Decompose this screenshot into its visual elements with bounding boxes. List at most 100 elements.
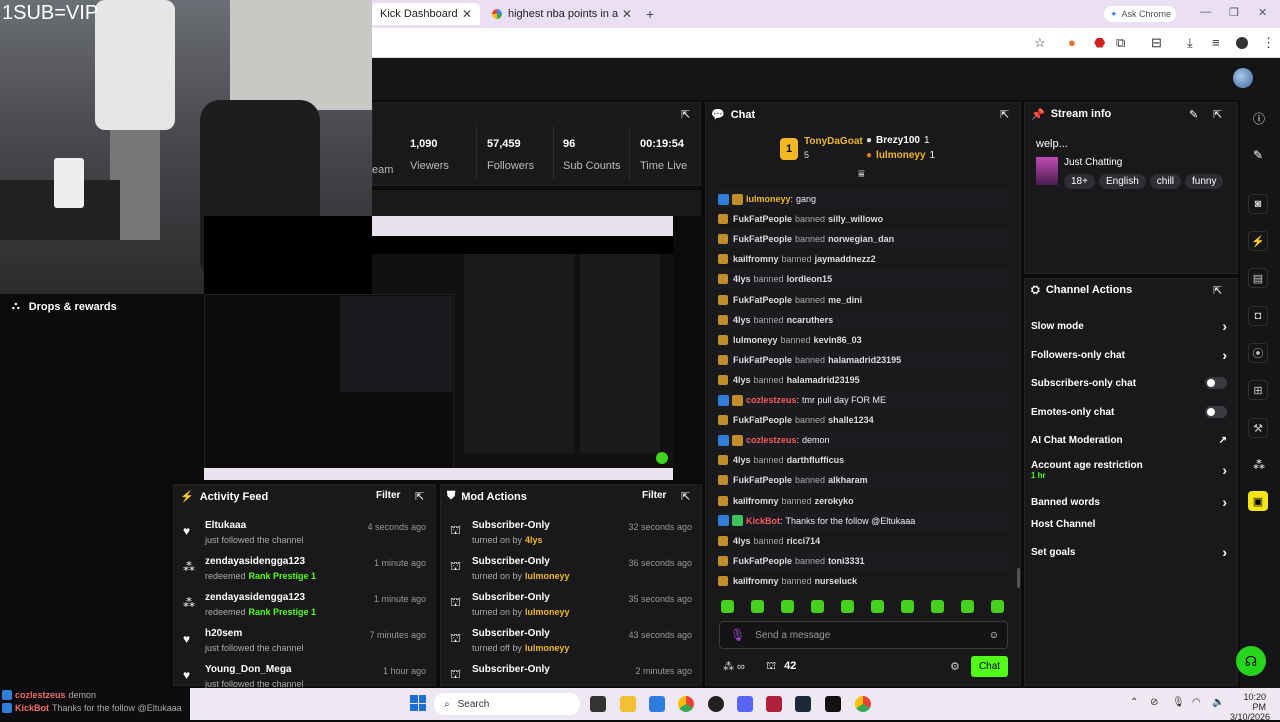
moderator-name[interactable]: FukFatPeople	[733, 234, 792, 244]
mod-filter-button[interactable]: Filter	[642, 490, 666, 501]
expand-icon[interactable]: ⇱	[1000, 108, 1009, 121]
settings-gear-icon[interactable]: ⚙	[950, 660, 960, 673]
chat-username[interactable]: cozlestzeus	[746, 395, 797, 405]
emote-icon[interactable]	[811, 600, 824, 613]
activity-item[interactable]: ⁂ zendayasidengga123 redeemed Rank Prestige…	[183, 592, 426, 617]
puzzle-icon[interactable]: ⧉	[1116, 35, 1125, 51]
clipboard-icon[interactable]: ▣	[1248, 491, 1268, 511]
channel-action-set-goals[interactable]: Set goals ›	[1031, 544, 1227, 560]
volume-icon[interactable]: 🔈	[1212, 697, 1224, 708]
expand-icon[interactable]: ⇱	[681, 108, 690, 121]
dots-icon[interactable]: ⁂	[1253, 458, 1265, 472]
close-icon[interactable]: ✕	[622, 7, 632, 21]
chat-username[interactable]: lulmoneyy	[746, 194, 791, 204]
moderator-name[interactable]: 4lys	[733, 375, 751, 385]
collapse-icon[interactable]: ⩸	[858, 168, 865, 181]
adobe-icon[interactable]	[766, 696, 782, 712]
mod-action-by[interactable]: lulmoneyy	[525, 607, 570, 617]
moderator-name[interactable]: FukFatPeople	[733, 415, 792, 425]
close-window-button[interactable]: ✕	[1258, 6, 1267, 19]
channel-action-followers-only-chat[interactable]: Followers-only chat ›	[1031, 347, 1227, 363]
moderator-name[interactable]: 4lys	[733, 455, 751, 465]
activity-name[interactable]: Eltukaaa	[205, 520, 304, 531]
extension-icon[interactable]: ●	[1068, 35, 1076, 50]
mod-action-by[interactable]: 4lys	[525, 535, 543, 545]
moderator-name[interactable]: FukFatPeople	[733, 295, 792, 305]
tab-nba-search[interactable]: highest nba points in a game b ✕	[484, 3, 640, 25]
activity-item[interactable]: ♥ Eltukaaa just followed the channel 4 seco…	[183, 520, 426, 545]
mod-action-item[interactable]: ⛫ Subscriber-Only turned on by lulmoneyy 36 …	[450, 556, 692, 581]
activity-item[interactable]: ♥ Young_Don_Mega just followed the channel…	[183, 664, 426, 689]
chevron-right-icon[interactable]: ›	[1222, 318, 1227, 334]
chrome-icon[interactable]	[678, 696, 694, 712]
tray-chevron-icon[interactable]: ⌃	[1130, 697, 1138, 708]
close-icon[interactable]: ✕	[462, 7, 472, 21]
banned-user[interactable]: jaymaddnezz2	[815, 254, 876, 264]
user-avatar[interactable]	[1233, 68, 1253, 88]
expand-icon[interactable]: ⇱	[681, 490, 690, 503]
new-tab-button[interactable]: +	[646, 6, 654, 22]
document-icon[interactable]: ▤	[1248, 268, 1268, 288]
banned-user[interactable]: norwegian_dan	[828, 234, 894, 244]
banned-user[interactable]: alkharam	[828, 475, 868, 485]
moderator-name[interactable]: kailfromny	[733, 496, 779, 506]
emote-icon[interactable]	[721, 600, 734, 613]
moderator-name[interactable]: FukFatPeople	[733, 475, 792, 485]
points-icon[interactable]: ⁂ ∞	[723, 660, 745, 673]
emote-icon[interactable]	[841, 600, 854, 613]
emote-icon[interactable]	[871, 600, 884, 613]
banned-user[interactable]: silly_willowo	[828, 214, 883, 224]
mod-action-item[interactable]: ⛫ Subscriber-Only turned off by lulmoneyy 43…	[450, 628, 692, 653]
channel-action-emotes-only-chat[interactable]: Emotes-only chat	[1031, 406, 1227, 418]
mod-action-by[interactable]: lulmoneyy	[525, 643, 570, 653]
moderator-name[interactable]: kailfromny	[733, 576, 779, 586]
banned-user[interactable]: lordleon15	[787, 274, 833, 284]
info-icon[interactable]: ⓘ	[1253, 110, 1265, 127]
tab-search-icon[interactable]: ⊟	[1151, 35, 1162, 51]
wifi-icon[interactable]: ◠	[1192, 697, 1201, 708]
chat-message[interactable]: lulmoneyy banned kevin86_03	[718, 331, 1008, 349]
tag[interactable]: English	[1098, 174, 1146, 189]
banned-user[interactable]: zerokyko	[815, 496, 854, 506]
activity-filter-button[interactable]: Filter	[376, 490, 400, 501]
banned-user[interactable]: ricci714	[787, 536, 821, 546]
activity-name[interactable]: h20sem	[205, 628, 304, 639]
moderator-name[interactable]: FukFatPeople	[733, 214, 792, 224]
discord-icon[interactable]	[737, 696, 753, 712]
mod-action-item[interactable]: ⛫ Subscriber-Only turned on by lulmoneyy 35 …	[450, 592, 692, 617]
mod-action-item[interactable]: ⛫ Subscriber-Only turned on by 4lys 32 secon…	[450, 520, 692, 545]
adblock-icon[interactable]: ⬣	[1094, 35, 1105, 51]
chat-message[interactable]: 4lys banned ncaruthers	[718, 310, 1008, 329]
moderator-name[interactable]: kailfromny	[733, 254, 779, 264]
moderator-name[interactable]: 4lys	[733, 315, 751, 325]
channel-action-ai-chat-moderation[interactable]: AI Chat Moderation ↗	[1031, 435, 1227, 446]
obs-icon[interactable]	[708, 696, 724, 712]
chat-message[interactable]: 4lys banned ricci714	[718, 532, 1008, 550]
banned-user[interactable]: toni3331	[828, 556, 865, 566]
emote-icon[interactable]	[991, 600, 1004, 613]
emote-icon[interactable]	[781, 600, 794, 613]
network-icon[interactable]: ⊘	[1150, 697, 1158, 708]
microphone-icon[interactable]: 🎙	[730, 628, 745, 642]
broadcast-icon[interactable]: ⦿	[1248, 343, 1268, 363]
banned-user[interactable]: nurseluck	[815, 576, 858, 586]
pencil-icon[interactable]: ✎	[1253, 148, 1263, 162]
banned-user[interactable]: shalle1234	[828, 415, 874, 425]
clock[interactable]: 10:20 PM 3/10/2026	[1230, 692, 1270, 722]
chevron-right-icon[interactable]: ›	[1222, 347, 1227, 363]
steam-icon[interactable]	[795, 696, 811, 712]
chat-message[interactable]: kailfromny banned zerokyko	[718, 492, 1008, 510]
profile-icon[interactable]	[1236, 37, 1248, 49]
help-headset-icon[interactable]: ☊	[1236, 646, 1266, 676]
moderator-name[interactable]: FukFatPeople	[733, 355, 792, 365]
banned-user[interactable]: halamadrid23195	[787, 375, 860, 385]
chevron-right-icon[interactable]: ›	[1222, 544, 1227, 560]
toggle-switch[interactable]	[1205, 377, 1227, 389]
moderator-name[interactable]: FukFatPeople	[733, 556, 792, 566]
activity-name[interactable]: zendayasidengga123	[205, 592, 316, 603]
expand-icon[interactable]: ⇱	[415, 490, 424, 503]
edit-pencil-icon[interactable]: ✎	[1189, 108, 1198, 121]
chat-message[interactable]: FukFatPeople banned shalle1234	[718, 411, 1008, 429]
maximize-button[interactable]: ❐	[1229, 6, 1239, 19]
minimize-button[interactable]: —	[1200, 6, 1211, 18]
